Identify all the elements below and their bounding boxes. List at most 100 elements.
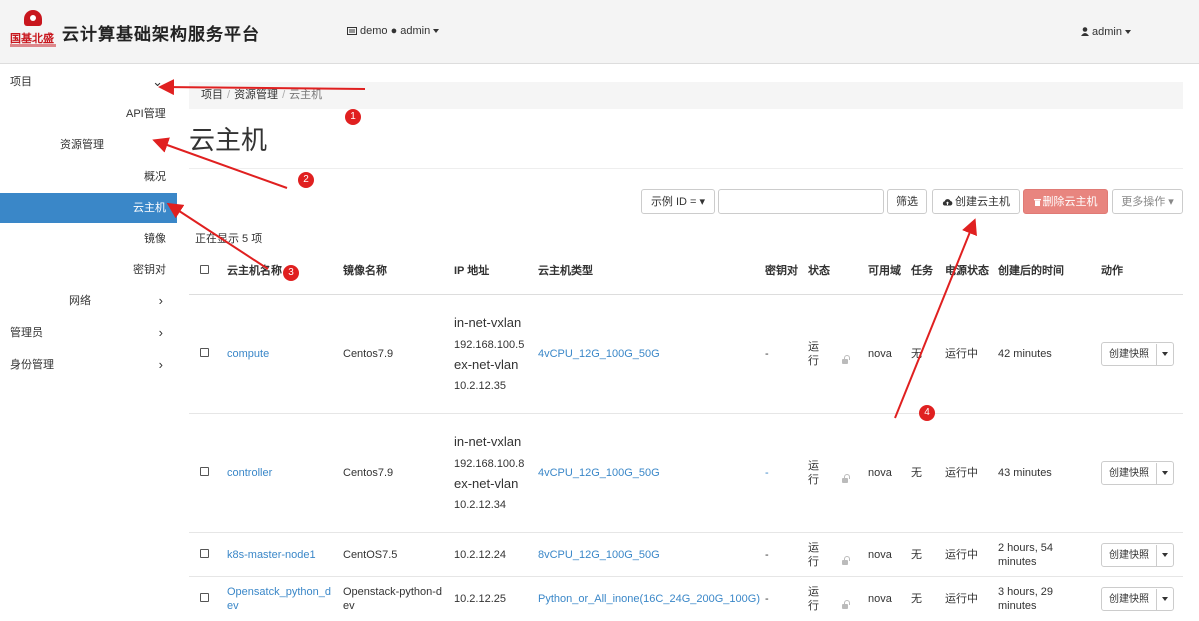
actions-dropdown-toggle[interactable] (1157, 544, 1173, 566)
company-logo: 国基北盛 (10, 10, 58, 50)
row-checkbox[interactable] (200, 592, 209, 602)
create-snapshot-button[interactable]: 创建快照 (1102, 344, 1157, 366)
column-header[interactable]: 任务 (907, 248, 941, 295)
power-state: 运行中 (941, 413, 994, 533)
column-header[interactable]: 创建后的时间 (994, 248, 1097, 295)
lock-icon (842, 599, 850, 609)
sidebar-item-label: 概况 (144, 171, 166, 183)
filter-field-select[interactable]: 示例 ID = ▾ (641, 189, 715, 214)
sidebar-item-label: 管理员 (10, 327, 43, 339)
age: 43 minutes (994, 413, 1097, 533)
action-button-group: 创建快照 (1101, 542, 1174, 567)
annotation-marker: 1 (345, 109, 361, 125)
user-icon (1081, 27, 1090, 36)
actions-dropdown-toggle[interactable] (1157, 343, 1173, 365)
actions-dropdown-toggle[interactable] (1157, 588, 1173, 610)
instance-name-link[interactable]: Opensatck_python_dev (227, 586, 331, 612)
flavor-link[interactable]: Python_or_All_inone(16C_24G_200G_100G) (538, 593, 760, 605)
action-button-group: 创建快照 (1101, 586, 1174, 611)
availability-zone: nova (864, 532, 907, 577)
sidebar-item-identity[interactable]: 身份管理 › (0, 350, 177, 380)
instance-name-link[interactable]: controller (227, 467, 272, 479)
sidebar-item-images[interactable]: 镜像 (0, 224, 177, 254)
sidebar-item-api[interactable]: API管理 (0, 99, 177, 129)
breadcrumb-item-resource[interactable]: 资源管理 (234, 89, 278, 101)
annotation-marker: 4 (919, 405, 935, 421)
chevron-right-icon: › (158, 357, 163, 372)
more-actions-button[interactable]: 更多操作 ▾ (1112, 189, 1183, 214)
keypair: - (761, 532, 804, 577)
row-checkbox[interactable] (200, 348, 209, 357)
status-text: 运行 (808, 541, 819, 568)
chevron-down-icon: ⌄ (152, 74, 163, 89)
project-context-dropdown[interactable]: demo ● admin (347, 25, 440, 37)
age: 2 hours, 54 minutes (994, 532, 1097, 577)
logo-mark (24, 10, 42, 26)
create-snapshot-button[interactable]: 创建快照 (1102, 544, 1157, 567)
sidebar-item-label: 镜像 (144, 233, 166, 245)
table-row: Opensatck_python_dev Openstack-python-de… (189, 576, 1183, 621)
sidebar-item-keypairs[interactable]: 密钥对 (0, 255, 177, 285)
availability-zone: nova (864, 413, 907, 533)
task: 无 (907, 532, 941, 577)
instances-table: 云主机名称 镜像名称 IP 地址 云主机类型 密钥对 状态 可用域 任务 电源状… (189, 248, 1183, 621)
column-header[interactable]: IP 地址 (450, 248, 534, 295)
network-name: in-net-vxlan (454, 315, 522, 330)
caret-down-icon (1162, 596, 1168, 601)
create-instance-button[interactable]: 创建云主机 (932, 189, 1020, 214)
image-name: CentOS7.5 (339, 532, 450, 577)
keypair: - (761, 294, 804, 414)
trash-icon (1033, 199, 1041, 206)
caret-down-icon (1162, 552, 1168, 557)
sidebar-item-label: 网络 (69, 295, 91, 307)
instance-name-link[interactable]: k8s-master-node1 (227, 549, 316, 561)
keypair: - (765, 467, 769, 479)
column-header[interactable]: 云主机名称 (223, 248, 339, 295)
row-checkbox[interactable] (200, 548, 209, 558)
breadcrumb-item-current: 云主机 (289, 89, 323, 101)
project-context-label: demo ● admin (360, 25, 431, 37)
item-count: 正在显示 5 项 (195, 233, 263, 245)
top-navbar: 国基北盛 云计算基础架构服务平台 demo ● admin admin (0, 0, 1199, 64)
user-name: admin (1092, 26, 1122, 38)
create-snapshot-button[interactable]: 创建快照 (1102, 588, 1157, 611)
create-instance-label: 创建云主机 (955, 196, 1010, 208)
sidebar-item-instances[interactable]: 云主机 (0, 193, 177, 223)
chevron-right-icon: › (158, 293, 163, 308)
flavor-link[interactable]: 4vCPU_12G_100G_50G (538, 467, 660, 479)
image-name: Openstack-python-dev (339, 576, 450, 621)
sidebar-item-overview[interactable]: 概况 (0, 162, 177, 192)
flavor-link[interactable]: 4vCPU_12G_100G_50G (538, 348, 660, 360)
ip-address: 192.168.100.8 (454, 458, 525, 470)
table-row: compute Centos7.9 in-net-vxlan 192.168.1… (189, 294, 1183, 414)
sidebar-item-label: API管理 (126, 108, 166, 120)
status-text: 运行 (808, 585, 819, 612)
instance-name-link[interactable]: compute (227, 348, 269, 360)
availability-zone: nova (864, 294, 907, 414)
column-header[interactable]: 云主机类型 (534, 248, 761, 295)
delete-instance-button[interactable]: 删除云主机 (1023, 189, 1108, 214)
select-all-checkbox[interactable] (200, 265, 209, 274)
user-menu[interactable]: admin (1081, 26, 1131, 38)
table-toolbar: 示例 ID = ▾ 筛选 创建云主机 删除云主机 更多操作 ▾ (189, 189, 1183, 216)
filter-input[interactable] (718, 189, 884, 214)
column-header[interactable]: 电源状态 (941, 248, 994, 295)
column-header[interactable]: 状态 (804, 248, 864, 295)
row-checkbox[interactable] (200, 467, 209, 476)
column-header[interactable]: 镜像名称 (339, 248, 450, 295)
actions-dropdown-toggle[interactable] (1157, 462, 1173, 484)
ip-address: 10.2.12.25 (450, 576, 534, 621)
column-header[interactable]: 密钥对 (761, 248, 804, 295)
sidebar-item-network[interactable]: 网络 › (0, 286, 177, 316)
sidebar-item-admin[interactable]: 管理员 › (0, 318, 177, 348)
create-snapshot-button[interactable]: 创建快照 (1102, 463, 1157, 485)
flavor-link[interactable]: 8vCPU_12G_100G_50G (538, 549, 660, 561)
breadcrumb-item-project[interactable]: 项目 (201, 89, 223, 101)
filter-button[interactable]: 筛选 (887, 189, 927, 214)
keypair: - (761, 576, 804, 621)
column-header[interactable]: 可用域 (864, 248, 907, 295)
table-row: k8s-master-node1 CentOS7.5 10.2.12.24 8v… (189, 532, 1183, 577)
sidebar-item-resource[interactable]: 资源管理 (0, 130, 177, 160)
sidebar-item-project[interactable]: 项目 ⌄ (0, 67, 177, 97)
task: 无 (907, 413, 941, 533)
